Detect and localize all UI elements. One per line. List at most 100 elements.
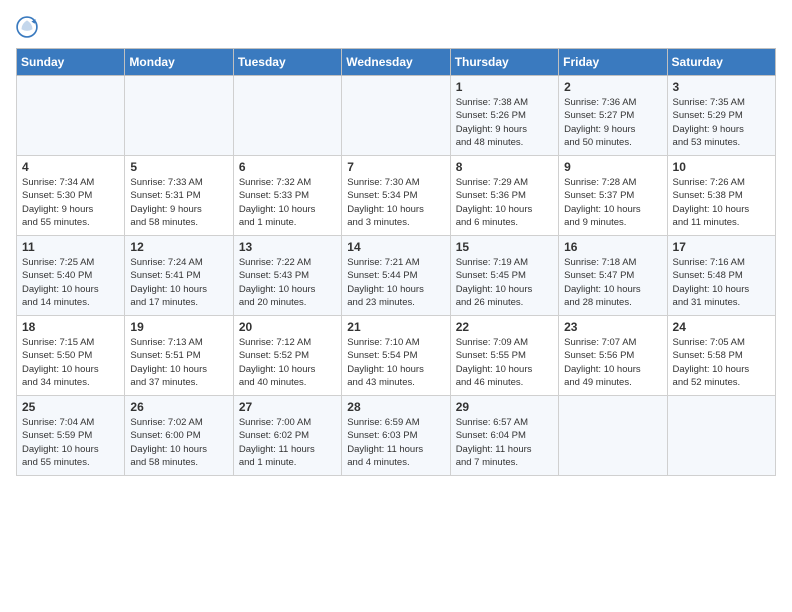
day-info: Sunrise: 7:30 AM Sunset: 5:34 PM Dayligh…	[347, 176, 444, 229]
calendar-cell: 17 Sunrise: 7:16 AM Sunset: 5:48 PM Dayli…	[667, 236, 775, 316]
day-number: 18	[22, 320, 119, 334]
day-number: 25	[22, 400, 119, 414]
day-info: Sunrise: 7:22 AM Sunset: 5:43 PM Dayligh…	[239, 256, 336, 309]
week-row-3: 11 Sunrise: 7:25 AM Sunset: 5:40 PM Dayli…	[17, 236, 776, 316]
week-row-1: 1 Sunrise: 7:38 AM Sunset: 5:26 PM Daylig…	[17, 76, 776, 156]
day-info: Sunrise: 6:57 AM Sunset: 6:04 PM Dayligh…	[456, 416, 553, 469]
day-number: 17	[673, 240, 770, 254]
day-info: Sunrise: 7:00 AM Sunset: 6:02 PM Dayligh…	[239, 416, 336, 469]
day-info: Sunrise: 7:12 AM Sunset: 5:52 PM Dayligh…	[239, 336, 336, 389]
day-number: 16	[564, 240, 661, 254]
page-header	[16, 16, 776, 38]
calendar-cell: 5 Sunrise: 7:33 AM Sunset: 5:31 PM Daylig…	[125, 156, 233, 236]
header-friday: Friday	[559, 49, 667, 76]
calendar-cell: 14Sunrise: 7:21 AM Sunset: 5:44 PM Dayli…	[342, 236, 450, 316]
calendar-cell: 2 Sunrise: 7:36 AM Sunset: 5:27 PM Daylig…	[559, 76, 667, 156]
calendar-cell: 16 Sunrise: 7:18 AM Sunset: 5:47 PM Dayli…	[559, 236, 667, 316]
day-number: 2	[564, 80, 661, 94]
logo-icon	[16, 16, 38, 38]
day-number: 9	[564, 160, 661, 174]
day-info: Sunrise: 7:15 AM Sunset: 5:50 PM Dayligh…	[22, 336, 119, 389]
calendar-cell: 9 Sunrise: 7:28 AM Sunset: 5:37 PM Daylig…	[559, 156, 667, 236]
header-thursday: Thursday	[450, 49, 558, 76]
day-info: Sunrise: 7:36 AM Sunset: 5:27 PM Dayligh…	[564, 96, 661, 149]
calendar-cell: 3 Sunrise: 7:35 AM Sunset: 5:29 PM Daylig…	[667, 76, 775, 156]
day-number: 21	[347, 320, 444, 334]
week-row-2: 4 Sunrise: 7:34 AM Sunset: 5:30 PM Daylig…	[17, 156, 776, 236]
day-info: Sunrise: 7:19 AM Sunset: 5:45 PM Dayligh…	[456, 256, 553, 309]
calendar-cell	[125, 76, 233, 156]
day-info: Sunrise: 7:38 AM Sunset: 5:26 PM Dayligh…	[456, 96, 553, 149]
day-number: 13	[239, 240, 336, 254]
day-number: 7	[347, 160, 444, 174]
day-info: Sunrise: 7:25 AM Sunset: 5:40 PM Dayligh…	[22, 256, 119, 309]
day-info: Sunrise: 7:10 AM Sunset: 5:54 PM Dayligh…	[347, 336, 444, 389]
calendar-cell: 12Sunrise: 7:24 AM Sunset: 5:41 PM Dayli…	[125, 236, 233, 316]
header-wednesday: Wednesday	[342, 49, 450, 76]
day-number: 27	[239, 400, 336, 414]
calendar-cell: 25 Sunrise: 7:04 AM Sunset: 5:59 PM Dayli…	[17, 396, 125, 476]
day-number: 11	[22, 240, 119, 254]
calendar-cell	[342, 76, 450, 156]
day-number: 23	[564, 320, 661, 334]
calendar-cell	[559, 396, 667, 476]
day-info: Sunrise: 6:59 AM Sunset: 6:03 PM Dayligh…	[347, 416, 444, 469]
logo	[16, 16, 42, 38]
calendar-cell: 6Sunrise: 7:32 AM Sunset: 5:33 PM Daylig…	[233, 156, 341, 236]
calendar-table: SundayMondayTuesdayWednesdayThursdayFrid…	[16, 48, 776, 476]
day-number: 5	[130, 160, 227, 174]
day-info: Sunrise: 7:29 AM Sunset: 5:36 PM Dayligh…	[456, 176, 553, 229]
day-number: 26	[130, 400, 227, 414]
day-info: Sunrise: 7:16 AM Sunset: 5:48 PM Dayligh…	[673, 256, 770, 309]
day-info: Sunrise: 7:35 AM Sunset: 5:29 PM Dayligh…	[673, 96, 770, 149]
calendar-cell: 20Sunrise: 7:12 AM Sunset: 5:52 PM Dayli…	[233, 316, 341, 396]
calendar-cell: 13 Sunrise: 7:22 AM Sunset: 5:43 PM Dayli…	[233, 236, 341, 316]
calendar-cell: 22 Sunrise: 7:09 AM Sunset: 5:55 PM Dayli…	[450, 316, 558, 396]
calendar-cell: 26 Sunrise: 7:02 AM Sunset: 6:00 PM Dayli…	[125, 396, 233, 476]
day-number: 22	[456, 320, 553, 334]
week-row-5: 25 Sunrise: 7:04 AM Sunset: 5:59 PM Dayli…	[17, 396, 776, 476]
header-monday: Monday	[125, 49, 233, 76]
day-info: Sunrise: 7:21 AM Sunset: 5:44 PM Dayligh…	[347, 256, 444, 309]
calendar-cell: 24 Sunrise: 7:05 AM Sunset: 5:58 PM Dayli…	[667, 316, 775, 396]
calendar-cell: 4 Sunrise: 7:34 AM Sunset: 5:30 PM Daylig…	[17, 156, 125, 236]
calendar-cell: 11 Sunrise: 7:25 AM Sunset: 5:40 PM Dayli…	[17, 236, 125, 316]
day-number: 19	[130, 320, 227, 334]
day-info: Sunrise: 7:18 AM Sunset: 5:47 PM Dayligh…	[564, 256, 661, 309]
day-info: Sunrise: 7:05 AM Sunset: 5:58 PM Dayligh…	[673, 336, 770, 389]
header-saturday: Saturday	[667, 49, 775, 76]
calendar-cell: 18 Sunrise: 7:15 AM Sunset: 5:50 PM Dayli…	[17, 316, 125, 396]
day-info: Sunrise: 7:32 AM Sunset: 5:33 PM Dayligh…	[239, 176, 336, 229]
calendar-cell	[233, 76, 341, 156]
day-info: Sunrise: 7:33 AM Sunset: 5:31 PM Dayligh…	[130, 176, 227, 229]
day-info: Sunrise: 7:34 AM Sunset: 5:30 PM Dayligh…	[22, 176, 119, 229]
calendar-cell: 28 Sunrise: 6:59 AM Sunset: 6:03 PM Dayli…	[342, 396, 450, 476]
day-info: Sunrise: 7:26 AM Sunset: 5:38 PM Dayligh…	[673, 176, 770, 229]
day-info: Sunrise: 7:13 AM Sunset: 5:51 PM Dayligh…	[130, 336, 227, 389]
header-sunday: Sunday	[17, 49, 125, 76]
day-info: Sunrise: 7:04 AM Sunset: 5:59 PM Dayligh…	[22, 416, 119, 469]
day-info: Sunrise: 7:28 AM Sunset: 5:37 PM Dayligh…	[564, 176, 661, 229]
day-number: 12	[130, 240, 227, 254]
calendar-cell: 19 Sunrise: 7:13 AM Sunset: 5:51 PM Dayli…	[125, 316, 233, 396]
calendar-cell: 7 Sunrise: 7:30 AM Sunset: 5:34 PM Daylig…	[342, 156, 450, 236]
day-number: 1	[456, 80, 553, 94]
calendar-cell: 29 Sunrise: 6:57 AM Sunset: 6:04 PM Dayli…	[450, 396, 558, 476]
day-info: Sunrise: 7:02 AM Sunset: 6:00 PM Dayligh…	[130, 416, 227, 469]
day-number: 28	[347, 400, 444, 414]
calendar-cell: 23 Sunrise: 7:07 AM Sunset: 5:56 PM Dayli…	[559, 316, 667, 396]
calendar-cell: 1 Sunrise: 7:38 AM Sunset: 5:26 PM Daylig…	[450, 76, 558, 156]
day-number: 4	[22, 160, 119, 174]
calendar-header-row: SundayMondayTuesdayWednesdayThursdayFrid…	[17, 49, 776, 76]
calendar-cell	[17, 76, 125, 156]
day-number: 3	[673, 80, 770, 94]
day-number: 29	[456, 400, 553, 414]
calendar-cell: 8Sunrise: 7:29 AM Sunset: 5:36 PM Daylig…	[450, 156, 558, 236]
day-info: Sunrise: 7:07 AM Sunset: 5:56 PM Dayligh…	[564, 336, 661, 389]
day-number: 24	[673, 320, 770, 334]
week-row-4: 18 Sunrise: 7:15 AM Sunset: 5:50 PM Dayli…	[17, 316, 776, 396]
calendar-cell	[667, 396, 775, 476]
header-tuesday: Tuesday	[233, 49, 341, 76]
calendar-cell: 10Sunrise: 7:26 AM Sunset: 5:38 PM Dayli…	[667, 156, 775, 236]
day-info: Sunrise: 7:09 AM Sunset: 5:55 PM Dayligh…	[456, 336, 553, 389]
